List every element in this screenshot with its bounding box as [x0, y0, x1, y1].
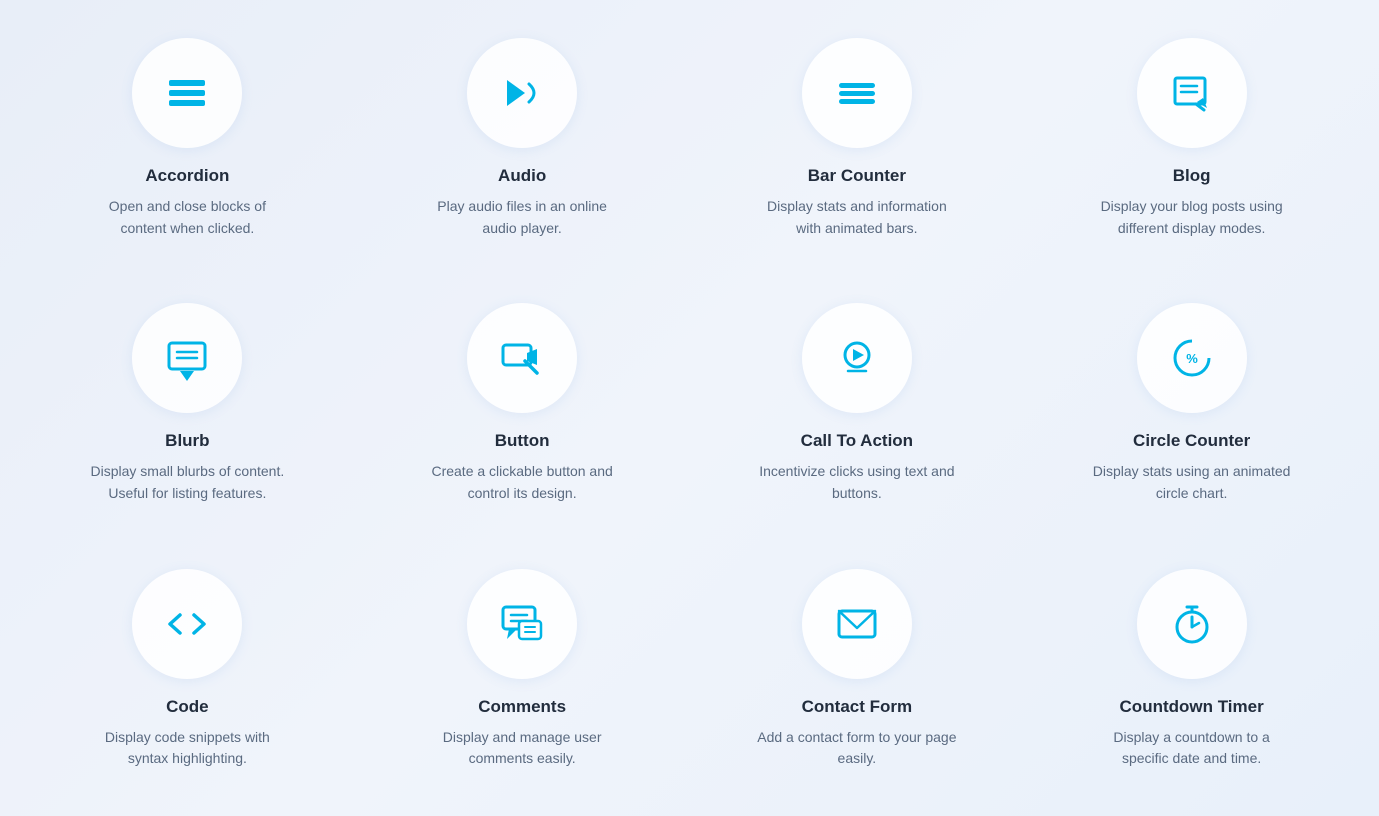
accordion-icon	[132, 38, 242, 148]
countdown-timer-icon	[1137, 569, 1247, 679]
widget-title-code: Code	[166, 697, 209, 717]
bar-counter-icon	[802, 38, 912, 148]
widget-desc-contact-form: Add a contact form to your page easily.	[757, 727, 957, 770]
call-to-action-icon	[802, 303, 912, 413]
svg-text:%: %	[1186, 351, 1198, 366]
contact-form-icon	[802, 569, 912, 679]
widget-title-countdown-timer: Countdown Timer	[1120, 697, 1264, 717]
widget-desc-circle-counter: Display stats using an animated circle c…	[1092, 461, 1292, 504]
widget-title-blog: Blog	[1173, 166, 1211, 186]
widget-card-button[interactable]: Button Create a clickable button and con…	[355, 275, 690, 540]
widget-desc-bar-counter: Display stats and information with anima…	[757, 196, 957, 239]
widget-grid: Accordion Open and close blocks of conte…	[0, 0, 1379, 816]
widget-title-blurb: Blurb	[165, 431, 209, 451]
widget-desc-button: Create a clickable button and control it…	[422, 461, 622, 504]
widget-desc-countdown-timer: Display a countdown to a specific date a…	[1092, 727, 1292, 770]
widget-title-accordion: Accordion	[145, 166, 229, 186]
widget-title-circle-counter: Circle Counter	[1133, 431, 1250, 451]
widget-title-bar-counter: Bar Counter	[808, 166, 906, 186]
blurb-icon	[132, 303, 242, 413]
widget-card-bar-counter[interactable]: Bar Counter Display stats and informatio…	[690, 10, 1025, 275]
widget-desc-call-to-action: Incentivize clicks using text and button…	[757, 461, 957, 504]
widget-card-countdown-timer[interactable]: Countdown Timer Display a countdown to a…	[1024, 541, 1359, 806]
widget-card-accordion[interactable]: Accordion Open and close blocks of conte…	[20, 10, 355, 275]
widget-desc-blog: Display your blog posts using different …	[1092, 196, 1292, 239]
widget-desc-comments: Display and manage user comments easily.	[422, 727, 622, 770]
widget-card-circle-counter[interactable]: % Circle Counter Display stats using an …	[1024, 275, 1359, 540]
widget-desc-blurb: Display small blurbs of content. Useful …	[87, 461, 287, 504]
widget-card-blurb[interactable]: Blurb Display small blurbs of content. U…	[20, 275, 355, 540]
widget-card-comments[interactable]: Comments Display and manage user comment…	[355, 541, 690, 806]
widget-card-call-to-action[interactable]: Call To Action Incentivize clicks using …	[690, 275, 1025, 540]
audio-icon	[467, 38, 577, 148]
widget-title-audio: Audio	[498, 166, 546, 186]
comments-icon	[467, 569, 577, 679]
widget-desc-audio: Play audio files in an online audio play…	[422, 196, 622, 239]
widget-desc-accordion: Open and close blocks of content when cl…	[87, 196, 287, 239]
code-icon	[132, 569, 242, 679]
button-icon	[467, 303, 577, 413]
widget-title-button: Button	[495, 431, 550, 451]
widget-title-comments: Comments	[478, 697, 566, 717]
blog-icon	[1137, 38, 1247, 148]
widget-card-code[interactable]: Code Display code snippets with syntax h…	[20, 541, 355, 806]
widget-title-contact-form: Contact Form	[802, 697, 913, 717]
widget-title-call-to-action: Call To Action	[801, 431, 913, 451]
widget-card-audio[interactable]: Audio Play audio files in an online audi…	[355, 10, 690, 275]
circle-counter-icon: %	[1137, 303, 1247, 413]
widget-card-contact-form[interactable]: Contact Form Add a contact form to your …	[690, 541, 1025, 806]
widget-desc-code: Display code snippets with syntax highli…	[87, 727, 287, 770]
widget-card-blog[interactable]: Blog Display your blog posts using diffe…	[1024, 10, 1359, 275]
